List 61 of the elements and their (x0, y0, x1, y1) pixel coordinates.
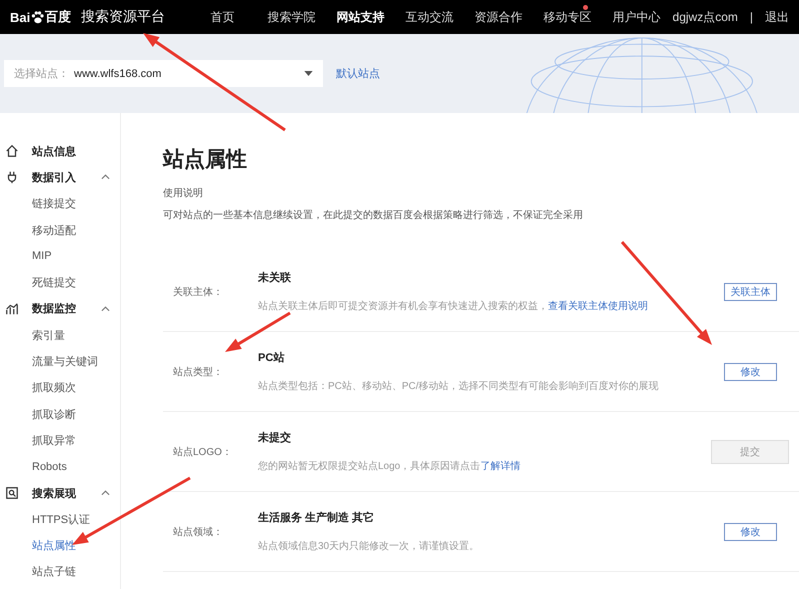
sidebar-item[interactable]: 站点子链 (0, 558, 120, 586)
action-button[interactable]: 修改 (724, 362, 777, 380)
help-link[interactable]: 了解详情 (480, 461, 520, 472)
sidebar-group[interactable]: 数据监控 (32, 301, 92, 316)
nav-link[interactable]: 移动专区 (533, 2, 602, 32)
field-description: 您的网站暂无权限提交站点Logo，具体原因请点击了解详情 (258, 460, 522, 473)
logo[interactable]: Bai 百度 (10, 8, 72, 26)
annotation-arrow (225, 312, 291, 352)
sidebar-group[interactable]: 数据引入 (32, 170, 92, 185)
nav-link[interactable]: 网站支持 (326, 2, 396, 32)
plug-icon (5, 170, 19, 184)
site-selector[interactable]: 选择站点： www.wlfs168.com (4, 60, 323, 87)
sidebar-item[interactable]: 链接提交 (0, 190, 120, 217)
sidebar-item[interactable]: HTTPS认证 (0, 506, 120, 532)
field-label: 站点类型： (173, 366, 224, 378)
paw-icon (31, 10, 44, 24)
help-heading: 使用说明 (163, 187, 204, 200)
search-icon (5, 486, 19, 500)
sidebar-item[interactable]: 抓取异常 (0, 427, 120, 454)
sidebar-item[interactable]: Robots (0, 454, 120, 480)
platform-title: 搜索资源平台 (81, 8, 166, 26)
field-description: 站点类型包括：PC站、移动站、PC/移动站，选择不同类型有可能会影响到百度对你的展现 (258, 380, 660, 393)
field-description: 站点领域信息30天内只能修改一次，请谨慎设置。 (258, 540, 480, 553)
sidebar-group[interactable]: 站点信息 (32, 144, 92, 159)
chevron-icon[interactable] (101, 306, 110, 312)
field-label: 站点领域： (173, 526, 224, 538)
nav-link[interactable]: 搜索学院 (257, 2, 326, 32)
nav-link[interactable]: 互动交流 (395, 2, 464, 32)
chevron-icon[interactable] (101, 490, 110, 496)
sidebar-item[interactable]: 抓取频次 (0, 374, 120, 401)
help-text: 可对站点的一些基本信息继续设置，在此提交的数据百度会根据策略进行筛选，不保证完全采用 (163, 208, 584, 222)
field-value: PC站 (258, 350, 286, 365)
field-value: 未提交 (258, 430, 292, 445)
sidebar-item[interactable]: 抓取诊断 (0, 400, 120, 428)
field-value: 生活服务 生产制造 其它 (258, 510, 376, 525)
page-title: 站点属性 (163, 147, 248, 173)
sidebar-item[interactable]: MIP (0, 243, 120, 270)
help-link[interactable]: 查看关联主体使用说明 (548, 301, 648, 312)
nav-link[interactable]: 首页 (188, 2, 258, 32)
logout-link[interactable]: 退出 (765, 8, 789, 26)
chevron-icon[interactable] (101, 174, 110, 180)
caret-icon (304, 71, 313, 76)
field-label: 站点LOGO： (173, 446, 233, 458)
sidebar-group[interactable]: 搜索展现 (32, 486, 92, 500)
username[interactable]: dgjwz点com (672, 8, 738, 26)
field-label: 关联主体： (173, 286, 224, 298)
separator: | (750, 10, 753, 24)
home-icon (5, 144, 19, 158)
sidebar-item[interactable]: 索引量 (0, 322, 120, 348)
nav-link[interactable]: 资源合作 (464, 2, 534, 32)
sidebar-item[interactable]: 站点属性 (0, 532, 120, 559)
action-button[interactable]: 修改 (724, 522, 777, 540)
action-button[interactable]: 关联主体 (724, 282, 777, 300)
field-description: 站点关联主体后即可提交资源并有机会享有快速进入搜索的权益，查看关联主体使用说明 (258, 300, 649, 313)
sidebar-item[interactable]: 流量与关键词 (0, 348, 120, 375)
sidebar-item[interactable]: 移动适配 (0, 216, 120, 244)
nav-link[interactable]: 用户中心 (602, 2, 672, 32)
field-value: 未关联 (258, 270, 292, 285)
sidebar-item[interactable]: 死链提交 (0, 269, 120, 296)
default-site-link[interactable]: 默认站点 (336, 66, 380, 81)
chart-icon (5, 302, 19, 316)
